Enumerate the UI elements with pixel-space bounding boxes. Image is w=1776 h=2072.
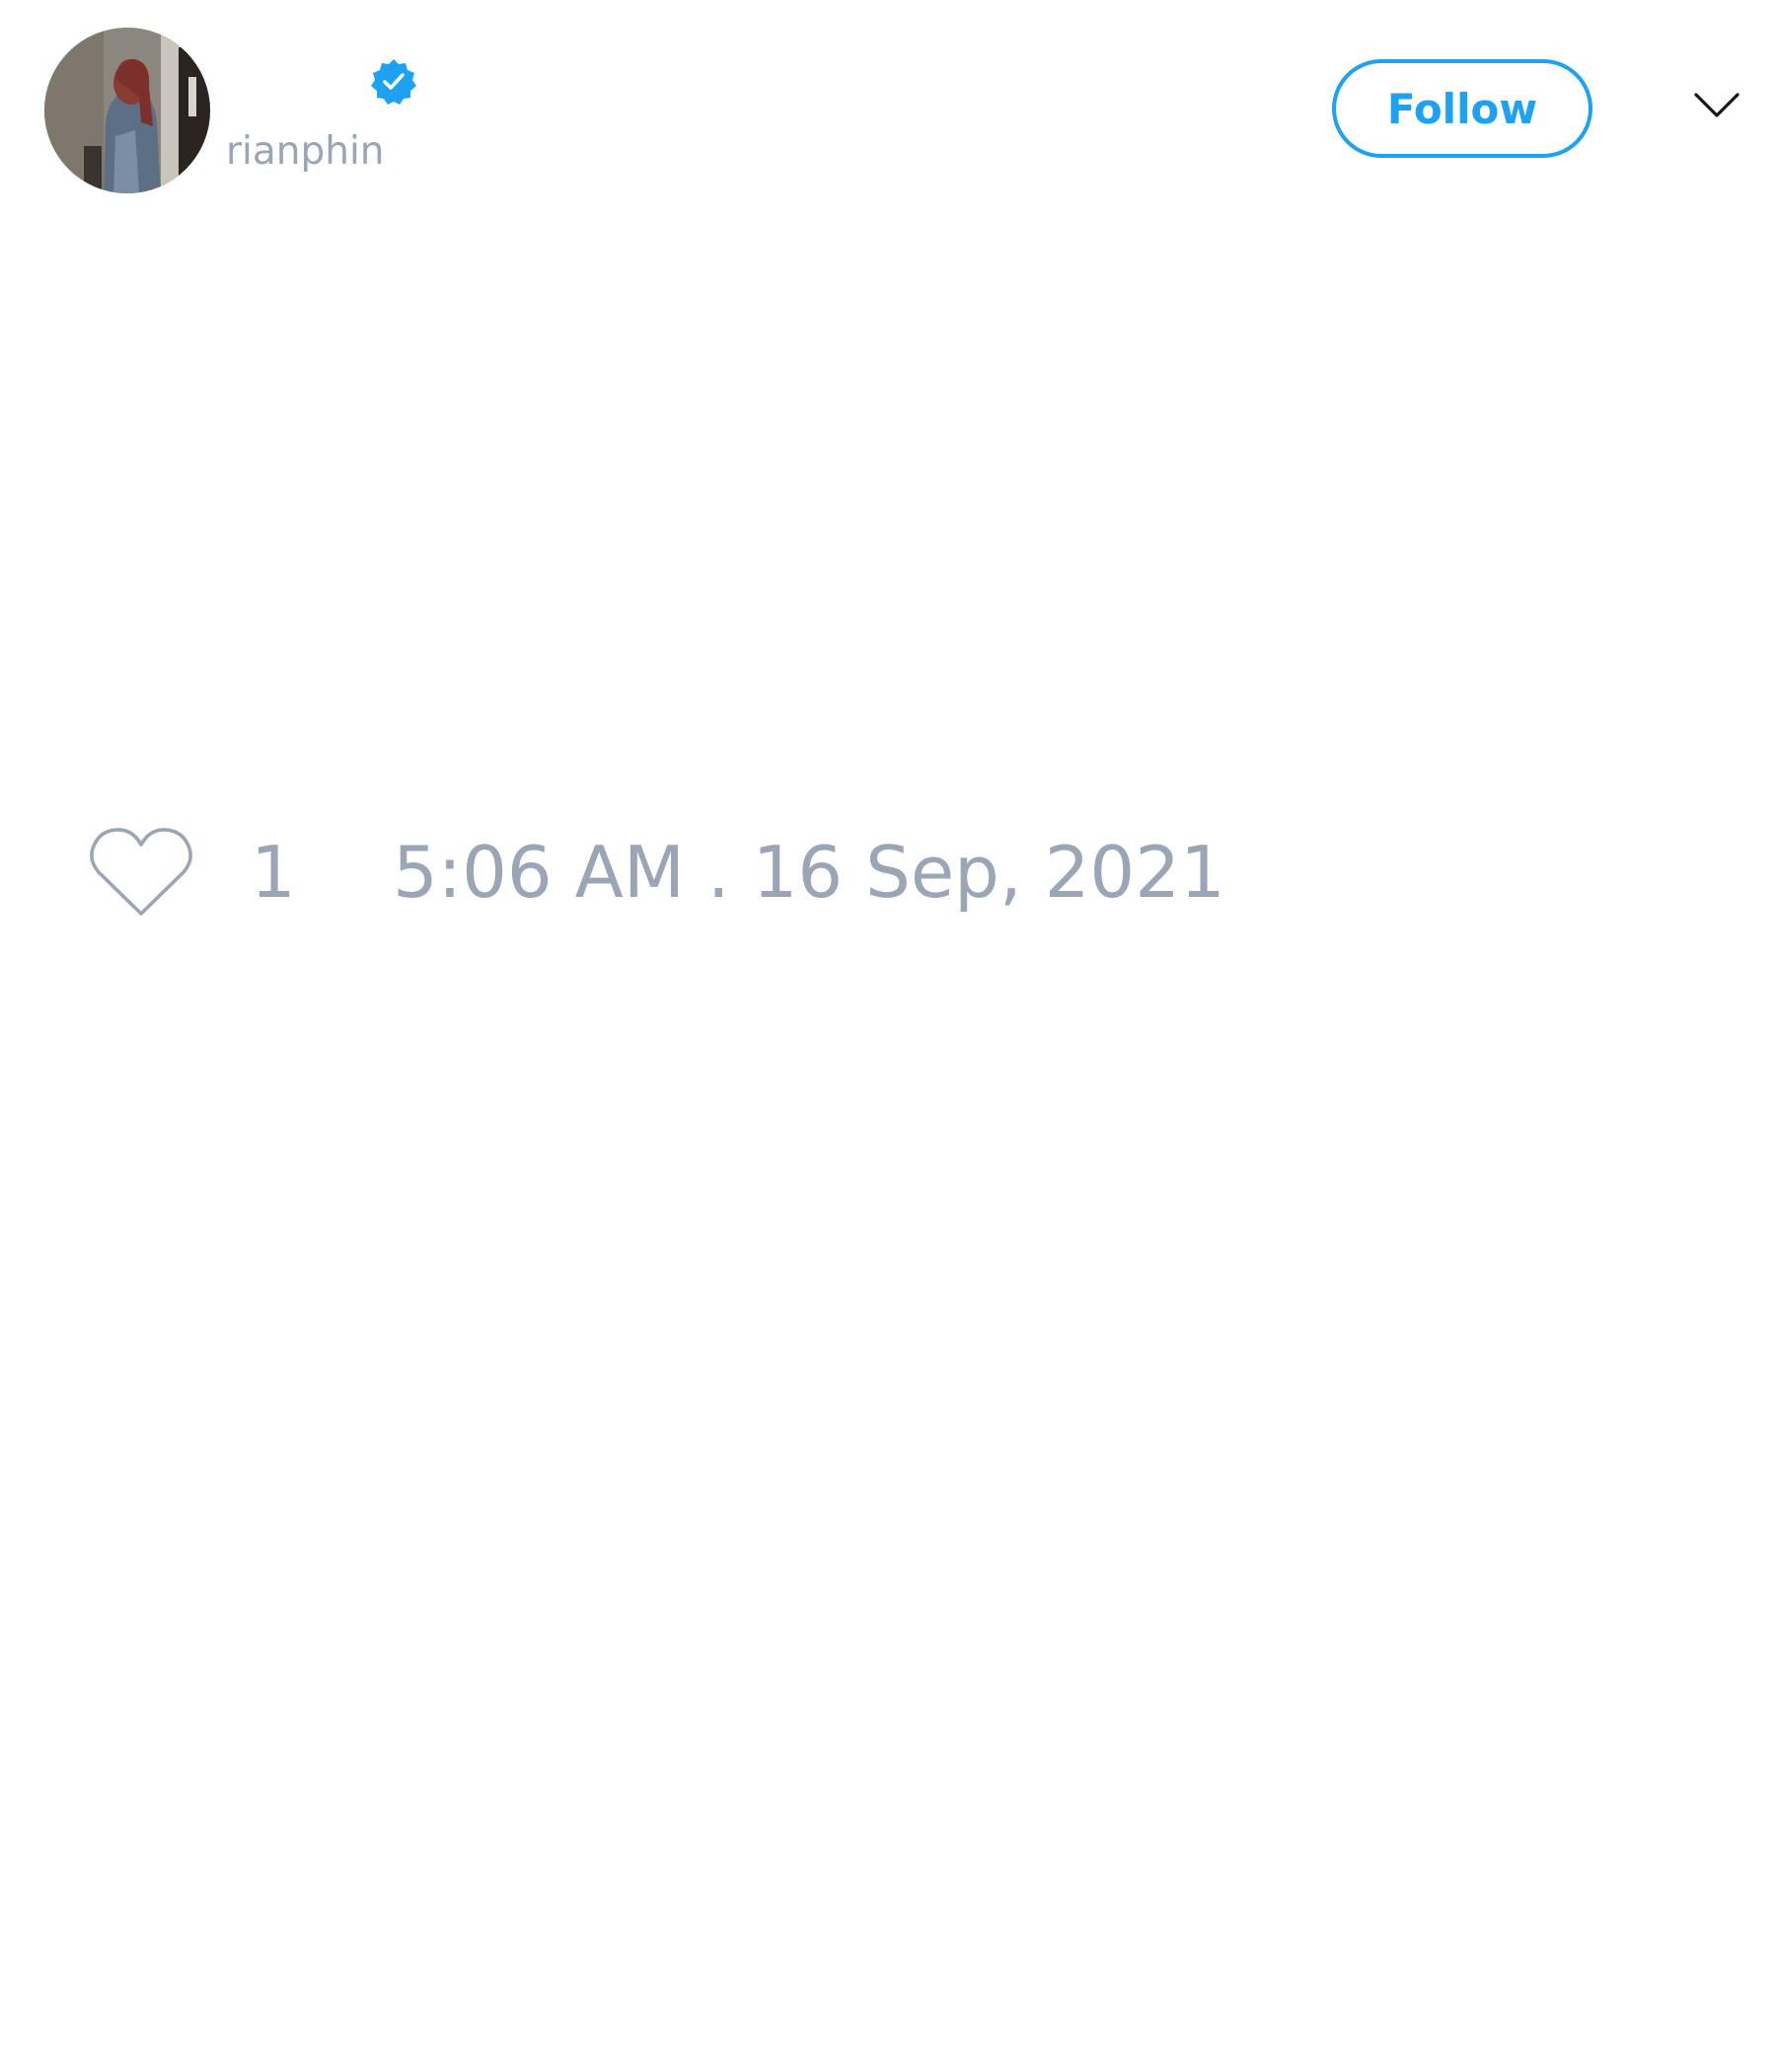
tweet-timestamp[interactable]: 5:06 AM . 16 Sep, 2021 [393, 831, 1225, 914]
heart-icon[interactable] [89, 825, 193, 920]
tweet-body [44, 227, 1732, 789]
user-handle[interactable]: rianphin [226, 122, 385, 182]
display-name[interactable] [227, 55, 365, 109]
avatar-image [44, 28, 210, 193]
tweet-embed-page: rianphin Follow 1 5:06 AM . 16 Sep, 2021 [0, 0, 1776, 2072]
chevron-down-icon[interactable] [1693, 91, 1740, 120]
follow-button[interactable]: Follow [1332, 59, 1592, 158]
verified-badge-icon [371, 59, 416, 105]
tweet-actions: 1 5:06 AM . 16 Sep, 2021 [0, 809, 1776, 927]
avatar[interactable] [44, 28, 210, 193]
like-count: 1 [251, 831, 296, 914]
tweet-header: rianphin Follow [0, 0, 1776, 217]
